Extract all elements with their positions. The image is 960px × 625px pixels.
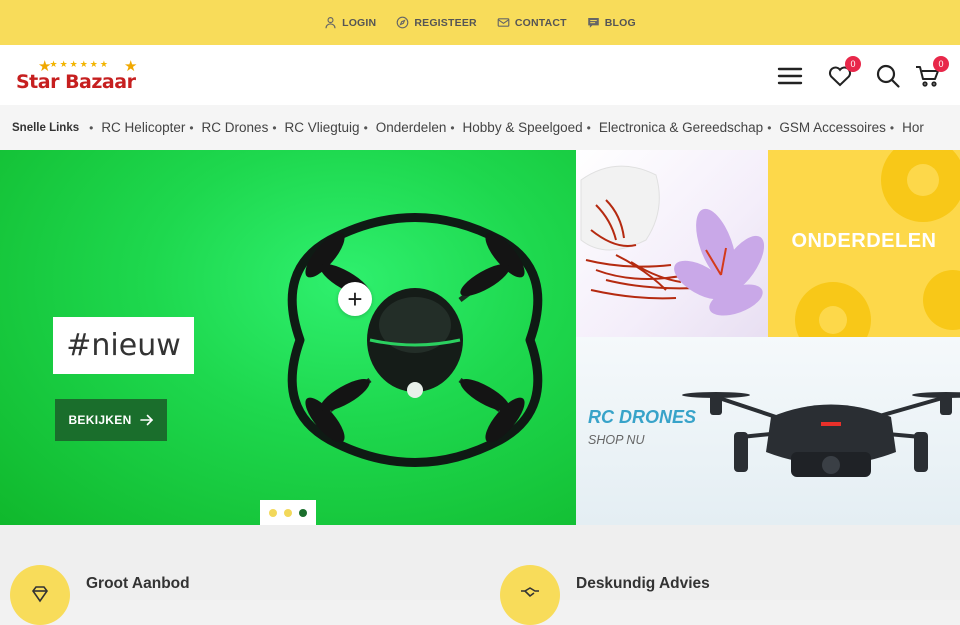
feature-icon-circle xyxy=(500,565,560,625)
quick-links-bar: Snelle Links RC Helicopter RC Drones RC … xyxy=(0,105,960,150)
hero-slider[interactable]: + #nieuw BEKIJKEN xyxy=(0,150,576,525)
slider-dot-1[interactable] xyxy=(269,508,277,517)
login-link[interactable]: LOGIN xyxy=(324,16,376,29)
saffron-image xyxy=(580,165,765,316)
promo-tile-saffron[interactable] xyxy=(576,150,768,337)
zoom-plus-button[interactable]: + xyxy=(338,282,372,316)
user-icon xyxy=(325,17,336,29)
register-label: REGISTEER xyxy=(414,16,477,29)
compass-icon xyxy=(396,16,409,29)
hero-tag: #nieuw xyxy=(53,317,194,374)
contact-link[interactable]: CONTACT xyxy=(497,16,567,29)
search-icon xyxy=(876,64,900,88)
quicklink-rc-helicopter[interactable]: RC Helicopter xyxy=(85,120,185,135)
wishlist-button[interactable]: 0 xyxy=(827,56,861,89)
feature-title: Deskundig Advies xyxy=(576,575,710,592)
feature-deskundig-advies: Deskundig Advies xyxy=(500,565,710,625)
quicklink-rc-vliegtuig[interactable]: RC Vliegtuig xyxy=(268,120,360,135)
quicklink-hor[interactable]: Hor xyxy=(886,120,924,135)
blog-label: BLOG xyxy=(604,16,636,29)
chat-icon xyxy=(587,18,599,28)
feature-groot-aanbod: Groot Aanbod xyxy=(10,565,190,625)
envelope-icon xyxy=(497,18,510,27)
quadcopter-image xyxy=(682,392,960,477)
wishlist-count-badge: 0 xyxy=(845,56,861,72)
hero-view-label: BEKIJKEN xyxy=(68,413,132,427)
logo-text: Star Bazaar xyxy=(16,71,136,93)
slider-dot-3[interactable] xyxy=(299,508,307,517)
contact-label: CONTACT xyxy=(514,16,567,29)
quicklink-onderdelen[interactable]: Onderdelen xyxy=(360,120,447,135)
quicklink-hobby-speelgoed[interactable]: Hobby & Speelgoed xyxy=(446,120,583,135)
handshake-icon xyxy=(521,587,539,598)
onderdelen-label: ONDERDELEN xyxy=(791,230,937,252)
slider-dot-2[interactable] xyxy=(284,508,292,517)
quicklink-gsm-accessoires[interactable]: GSM Accessoires xyxy=(763,120,886,135)
promo-tile-onderdelen[interactable]: ONDERDELEN xyxy=(768,150,960,337)
blog-link[interactable]: BLOG xyxy=(587,16,636,29)
main-header: ★ ★★★★★★ ★ Star Bazaar 0 0 xyxy=(0,45,960,105)
diamond-icon xyxy=(32,586,48,603)
slider-pagination xyxy=(260,500,316,525)
rc-drones-label: RC DRONES xyxy=(588,407,697,427)
hamburger-icon xyxy=(777,67,803,85)
cart-button[interactable]: 0 xyxy=(915,56,949,89)
feature-title: Groot Aanbod xyxy=(86,575,190,592)
logo[interactable]: ★ ★★★★★★ ★ Star Bazaar xyxy=(16,58,146,95)
arrow-right-icon xyxy=(139,414,153,426)
top-bar: LOGIN REGISTEER CONTACT BLOG xyxy=(0,0,960,45)
register-link[interactable]: REGISTEER xyxy=(396,16,477,29)
feature-icon-circle xyxy=(10,565,70,625)
login-label: LOGIN xyxy=(342,16,377,29)
hero-view-button[interactable]: BEKIJKEN xyxy=(55,399,167,441)
quicklink-electronica[interactable]: Electronica & Gereedschap xyxy=(583,120,763,135)
drone-image xyxy=(287,213,543,467)
shop-now-label[interactable]: SHOP NU xyxy=(588,433,645,447)
menu-button[interactable] xyxy=(777,63,803,89)
logo-stars-icon: ★★★★★★ xyxy=(36,59,110,69)
quicklink-rc-drones[interactable]: RC Drones xyxy=(185,120,269,135)
search-button[interactable] xyxy=(875,63,901,89)
quick-links-title: Snelle Links xyxy=(12,121,80,134)
cart-count-badge: 0 xyxy=(933,56,949,72)
promo-tile-rc-drones[interactable]: RC DRONES SHOP NU xyxy=(576,337,960,525)
features-section: Groot Aanbod Deskundig Advies xyxy=(0,525,960,625)
